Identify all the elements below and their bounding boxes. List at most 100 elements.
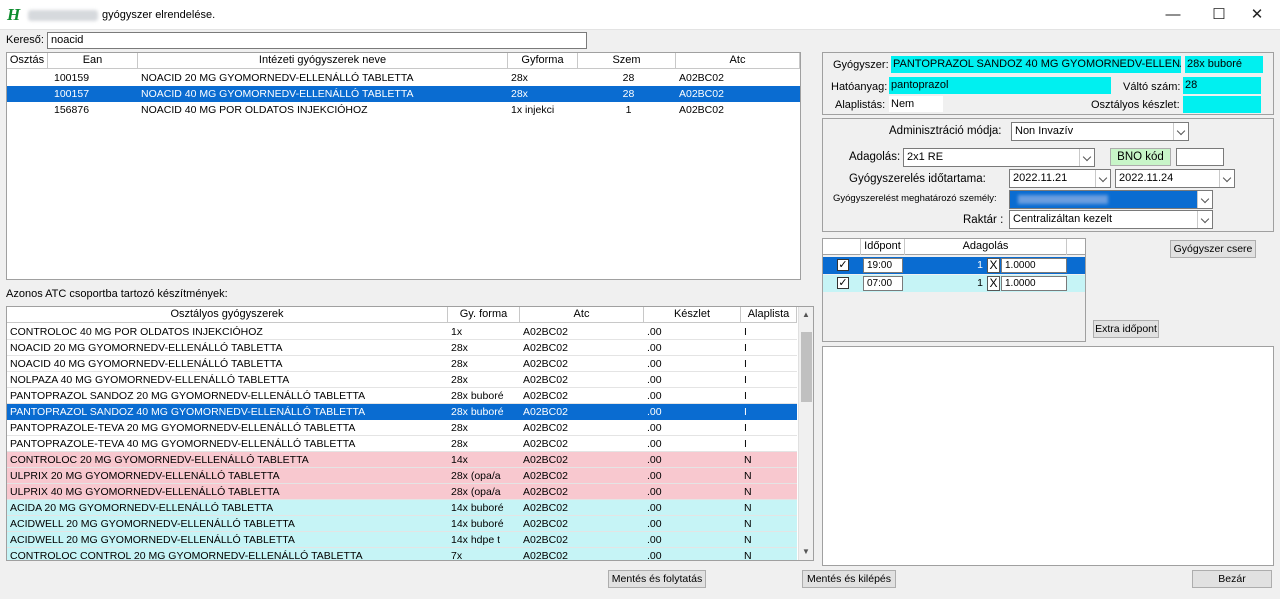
schedule-row[interactable]: ✓ 07:00 1 X 1.0000 <box>823 275 1085 292</box>
table-row[interactable]: ULPRIX 40 MG GYOMORNEDV-ELLENÁLLÓ TABLET… <box>7 484 797 500</box>
cell-ean: 156876 <box>54 104 90 116</box>
chevron-down-icon[interactable] <box>1197 211 1212 228</box>
table-row[interactable]: 100159 NOACID 20 MG GYOMORNEDV-ELLENÁLLÓ … <box>7 70 800 86</box>
pack-value: 28x buboré <box>1185 56 1263 73</box>
extra-time-button[interactable]: Extra időpont <box>1093 320 1159 338</box>
table-row[interactable]: ACIDWELL 20 MG GYOMORNEDV-ELLENÁLLÓ TABL… <box>7 516 797 532</box>
bno-code-button[interactable]: BNO kód <box>1110 148 1171 166</box>
cell-szem: 28 <box>622 88 635 100</box>
col-adagolas[interactable]: Adagolás <box>905 239 1067 255</box>
cell-keszlet: .00 <box>647 406 662 418</box>
cell-name: NOACID 40 MG GYOMORNEDV-ELLENÁLLÓ TABLET… <box>141 88 414 100</box>
chevron-down-icon[interactable] <box>1219 170 1234 187</box>
drug-swap-button[interactable]: Gyógyszer csere <box>1170 240 1256 258</box>
hatoanyag-label: Hatóanyag: <box>831 81 888 93</box>
cell-name: ACIDA 20 MG GYOMORNEDV-ELLENÁLLÓ TABLETT… <box>10 502 274 514</box>
col-osztalyos[interactable]: Osztályos gyógyszerek <box>7 307 448 323</box>
scroll-down-icon[interactable]: ▼ <box>802 547 810 556</box>
scrollbar-thumb[interactable] <box>801 332 812 402</box>
cell-forma: 28x <box>451 358 468 370</box>
table-row[interactable]: PANTOPRAZOLE-TEVA 20 MG GYOMORNEDV-ELLEN… <box>7 420 797 436</box>
cell-ean: 100157 <box>54 88 90 100</box>
table-row[interactable]: ACIDWELL 20 MG GYOMORNEDV-ELLENÁLLÓ TABL… <box>7 532 797 548</box>
cell-keszlet: .00 <box>647 342 662 354</box>
close-button[interactable]: Bezár <box>1192 570 1272 588</box>
amount-input[interactable]: 1.0000 <box>1001 276 1067 291</box>
col-atc[interactable]: Atc <box>676 53 800 69</box>
table-row[interactable]: PANTOPRAZOLE-TEVA 40 MG GYOMORNEDV-ELLEN… <box>7 436 797 452</box>
cell-keszlet: .00 <box>647 518 662 530</box>
save-exit-button[interactable]: Mentés és kilépés <box>802 570 896 588</box>
szemely-select[interactable] <box>1009 190 1213 209</box>
app-logo-icon: H <box>7 5 21 24</box>
cell-forma: 14x buboré <box>451 502 504 514</box>
scroll-up-icon[interactable]: ▲ <box>802 310 810 319</box>
cell-keszlet: .00 <box>647 470 662 482</box>
col-alaplista[interactable]: Alaplista <box>741 307 797 323</box>
blurred-person-name <box>1018 195 1108 204</box>
schedule-row[interactable]: ✓ 19:00 1 X 1.0000 <box>823 257 1085 274</box>
vertical-scrollbar[interactable]: ▲ ▼ <box>798 307 813 560</box>
amount-input[interactable]: 1.0000 <box>1001 258 1067 273</box>
checkbox[interactable]: ✓ <box>837 259 849 271</box>
cell-osztas <box>7 70 48 86</box>
table-row[interactable]: PANTOPRAZOL SANDOZ 20 MG GYOMORNEDV-ELLE… <box>7 388 797 404</box>
minimize-icon[interactable]: — <box>1150 0 1196 30</box>
table-row[interactable]: CONTROLOC 20 MG GYOMORNEDV-ELLENÁLLÓ TAB… <box>7 452 797 468</box>
time-input[interactable]: 07:00 <box>863 276 903 291</box>
col-szem[interactable]: Szem <box>578 53 676 69</box>
date-from-picker[interactable]: 2022.11.21 <box>1009 169 1111 188</box>
cell-name: CONTROLOC CONTROL 20 MG GYOMORNEDV-ELLEN… <box>10 550 363 561</box>
chevron-down-icon[interactable] <box>1095 170 1110 187</box>
cell-atc: A02BC02 <box>523 358 568 370</box>
cell-szem: 1 <box>625 104 632 116</box>
cell-name: NOLPAZA 40 MG GYOMORNEDV-ELLENÁLLÓ TABLE… <box>10 374 290 386</box>
chevron-down-icon[interactable] <box>1197 191 1212 208</box>
bno-input[interactable] <box>1176 148 1224 166</box>
table-row[interactable]: NOACID 20 MG GYOMORNEDV-ELLENÁLLÓ TABLET… <box>7 340 797 356</box>
table-row[interactable]: NOACID 40 MG GYOMORNEDV-ELLENÁLLÓ TABLET… <box>7 356 797 372</box>
checkbox[interactable]: ✓ <box>837 277 849 289</box>
cell-keszlet: .00 <box>647 374 662 386</box>
col-gyforma[interactable]: Gy. forma <box>448 307 520 323</box>
unit-button[interactable]: X <box>987 258 1000 273</box>
cell-name: PANTOPRAZOL SANDOZ 40 MG GYOMORNEDV-ELLE… <box>10 406 366 418</box>
dose-qty: 1 <box>977 277 983 289</box>
table-row[interactable]: CONTROLOC CONTROL 20 MG GYOMORNEDV-ELLEN… <box>7 548 797 561</box>
cell-keszlet: .00 <box>647 438 662 450</box>
adminisztracio-select[interactable]: Non Invazív <box>1011 122 1189 141</box>
cell-atc: A02BC02 <box>523 326 568 338</box>
col-keszlet[interactable]: Készlet <box>644 307 741 323</box>
table-row[interactable]: PANTOPRAZOL SANDOZ 40 MG GYOMORNEDV-ELLE… <box>7 404 797 420</box>
close-icon[interactable]: ✕ <box>1234 0 1280 30</box>
adagolas-select[interactable]: 2x1 RE <box>903 148 1095 167</box>
col-atc[interactable]: Atc <box>520 307 644 323</box>
table-row[interactable]: ACIDA 20 MG GYOMORNEDV-ELLENÁLLÓ TABLETT… <box>7 500 797 516</box>
unit-button[interactable]: X <box>987 276 1000 291</box>
table-row[interactable]: ULPRIX 20 MG GYOMORNEDV-ELLENÁLLÓ TABLET… <box>7 468 797 484</box>
search-input[interactable]: noacid <box>47 32 587 49</box>
notes-area[interactable] <box>822 346 1274 566</box>
chevron-down-icon[interactable] <box>1173 123 1188 140</box>
cell-name: PANTOPRAZOLE-TEVA 40 MG GYOMORNEDV-ELLEN… <box>10 438 356 450</box>
col-idopont[interactable]: Időpont <box>861 239 905 255</box>
col-osztas[interactable]: Osztás <box>7 53 48 69</box>
cell-keszlet: .00 <box>647 454 662 466</box>
table-row[interactable]: CONTROLOC 40 MG POR OLDATOS INJEKCIÓHOZ 1… <box>7 324 797 340</box>
osztalyos-keszlet-value <box>1183 96 1261 113</box>
table-row[interactable]: 100157 NOACID 40 MG GYOMORNEDV-ELLENÁLLÓ … <box>7 86 800 102</box>
time-input[interactable]: 19:00 <box>863 258 903 273</box>
raktar-select[interactable]: Centralizáltan kezelt <box>1009 210 1213 229</box>
cell-forma: 28x <box>451 342 468 354</box>
cell-forma: 28x <box>451 374 468 386</box>
col-ean[interactable]: Ean <box>48 53 138 69</box>
grid-header: Osztályos gyógyszerek Gy. forma Atc Kész… <box>7 307 797 323</box>
table-row[interactable]: NOLPAZA 40 MG GYOMORNEDV-ELLENÁLLÓ TABLE… <box>7 372 797 388</box>
col-gyforma[interactable]: Gyforma <box>508 53 578 69</box>
chevron-down-icon[interactable] <box>1079 149 1094 166</box>
cell-alaplista: I <box>744 374 747 386</box>
save-continue-button[interactable]: Mentés és folytatás <box>608 570 706 588</box>
col-name[interactable]: Intézeti gyógyszerek neve <box>138 53 508 69</box>
table-row[interactable]: 156876 NOACID 40 MG POR OLDATOS INJEKCIÓH… <box>7 102 800 118</box>
date-to-picker[interactable]: 2022.11.24 <box>1115 169 1235 188</box>
